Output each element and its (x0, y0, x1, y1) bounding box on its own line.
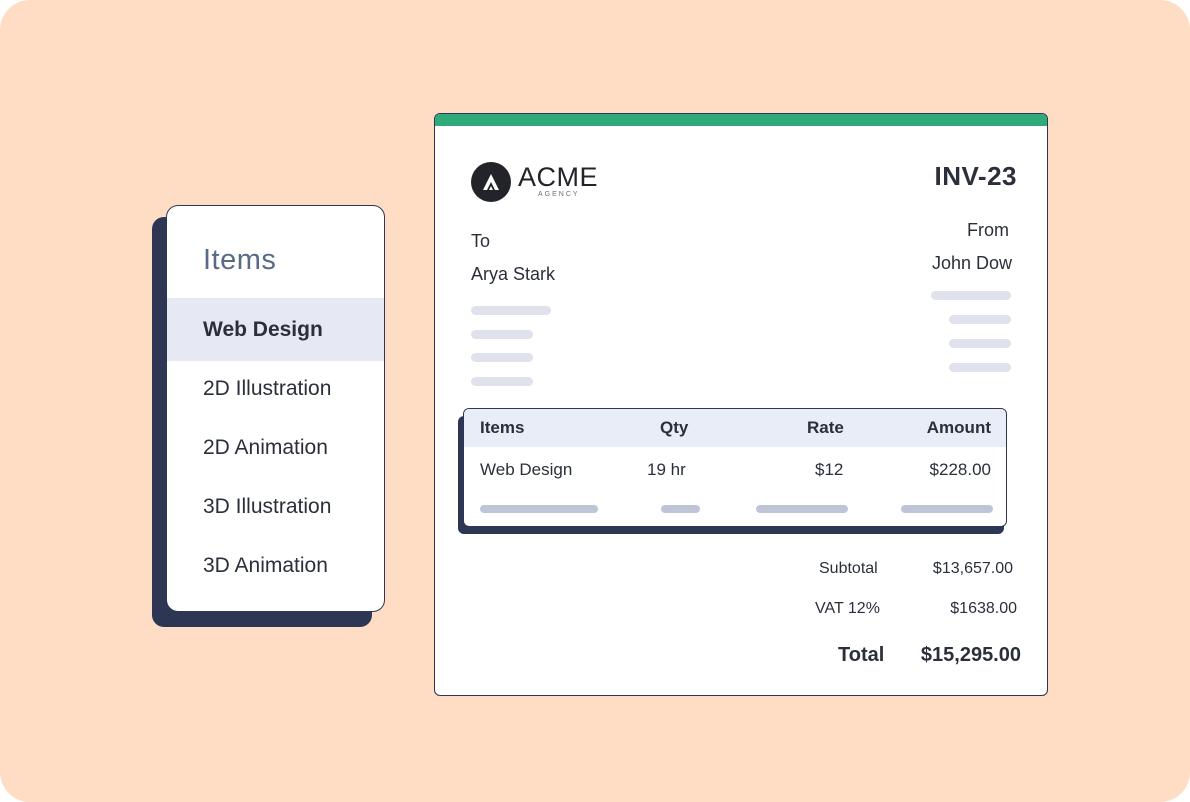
row-rate: $12 (815, 460, 844, 479)
canvas: Items Web Design 2D Illustration 2D Anim… (0, 0, 1190, 802)
from-label: From (967, 220, 1009, 240)
items-panel: Items Web Design 2D Illustration 2D Anim… (166, 205, 385, 612)
row-item: Web Design (480, 460, 573, 479)
to-label: To (471, 231, 491, 251)
row-placeholder (756, 505, 848, 513)
vat-label: VAT 12% (815, 600, 880, 617)
from-address-placeholder (931, 291, 1011, 300)
subtotal-value: $13,657.00 (932, 560, 1013, 577)
total-value: $15,295.00 (920, 644, 1021, 666)
to-address-placeholder (471, 330, 533, 339)
row-qty: 19 hr (647, 460, 686, 479)
acme-logo-icon (471, 162, 511, 202)
item-3d-illustration[interactable]: 3D Illustration (167, 475, 384, 538)
subtotal-label: Subtotal (819, 560, 878, 577)
row-amount: $228.00 (929, 460, 991, 479)
invoice-accent-bar (435, 114, 1047, 126)
header-items: Items (480, 418, 525, 437)
vat-value: $1638.00 (950, 600, 1017, 617)
line-items-table: Items Qty Rate Amount Web Design 19 hr $… (463, 408, 1007, 527)
table-header (464, 409, 1006, 447)
invoice-card: ACME AGENCY INV-23 To Arya Stark From Jo… (434, 113, 1048, 696)
to-address-placeholder (471, 353, 533, 362)
row-placeholder (901, 505, 993, 513)
total-label: Total (838, 644, 885, 666)
invoice-number: INV-23 (934, 161, 1017, 191)
row-placeholder (480, 505, 598, 513)
from-name: John Dow (931, 253, 1012, 273)
to-name: Arya Stark (471, 264, 556, 284)
item-3d-animation[interactable]: 3D Animation (167, 534, 384, 597)
items-panel-title: Items (203, 244, 277, 276)
header-rate: Rate (807, 418, 844, 437)
logo-subtitle: AGENCY (538, 191, 580, 198)
item-2d-animation[interactable]: 2D Animation (167, 416, 384, 479)
item-web-design[interactable]: Web Design (167, 298, 384, 361)
header-amount: Amount (926, 418, 991, 437)
to-address-placeholder (471, 377, 533, 386)
from-address-placeholder (949, 339, 1011, 348)
item-2d-illustration[interactable]: 2D Illustration (167, 357, 384, 420)
to-address-placeholder (471, 306, 551, 315)
logo-wordmark: ACME (518, 162, 599, 192)
from-address-placeholder (949, 363, 1011, 372)
from-address-placeholder (949, 315, 1011, 324)
header-qty: Qty (660, 418, 689, 437)
row-placeholder (661, 505, 700, 513)
